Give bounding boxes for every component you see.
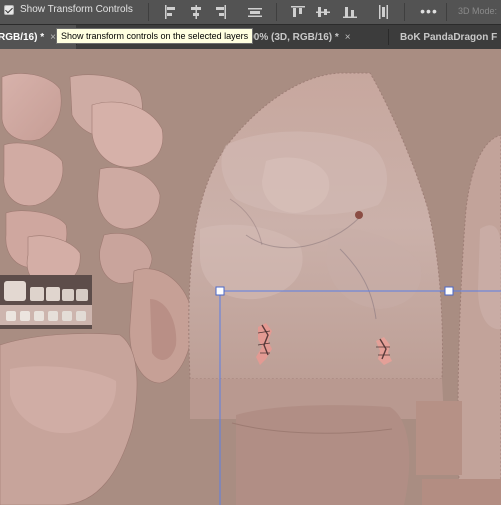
show-transform-label: Show Transform Controls (20, 4, 133, 15)
distribute-vertical-icon[interactable] (374, 3, 392, 21)
uv-texture-image (0, 49, 501, 505)
align-bottom-edges-icon[interactable] (341, 3, 359, 21)
tab-title: RGB/16) * (0, 31, 45, 43)
align-vertical-centers-icon[interactable] (314, 3, 332, 21)
tab-divider (388, 29, 389, 45)
toolbar-divider (148, 3, 149, 21)
transform-handle-top-left (215, 286, 225, 296)
distribute-horizontal-icon[interactable] (246, 3, 264, 21)
3d-mode-label: 3D Mode: (458, 6, 498, 16)
align-horizontal-centers-icon[interactable] (187, 3, 205, 21)
align-left-edges-icon[interactable] (162, 3, 180, 21)
options-bar: Show Transform Controls ••• 3D Mode: (0, 0, 501, 25)
align-right-edges-icon[interactable] (211, 3, 229, 21)
toolbar-divider (276, 3, 277, 21)
document-canvas[interactable] (0, 49, 501, 505)
close-tab-icon[interactable]: × (345, 32, 351, 43)
tooltip: Show transform controls on the selected … (56, 28, 254, 44)
show-transform-checkbox[interactable] (4, 4, 14, 15)
tab-title: BoK PandaDragon F (400, 31, 498, 43)
toolbar-divider (404, 3, 405, 21)
align-top-edges-icon[interactable] (289, 3, 307, 21)
toolbar-divider (446, 3, 447, 21)
transform-handle-top-middle (444, 286, 454, 296)
more-options-button[interactable]: ••• (418, 3, 440, 21)
show-transform-controls[interactable]: Show Transform Controls (4, 4, 133, 15)
document-tab-bok-pandadragon[interactable]: BoK PandaDragon F (400, 25, 501, 49)
